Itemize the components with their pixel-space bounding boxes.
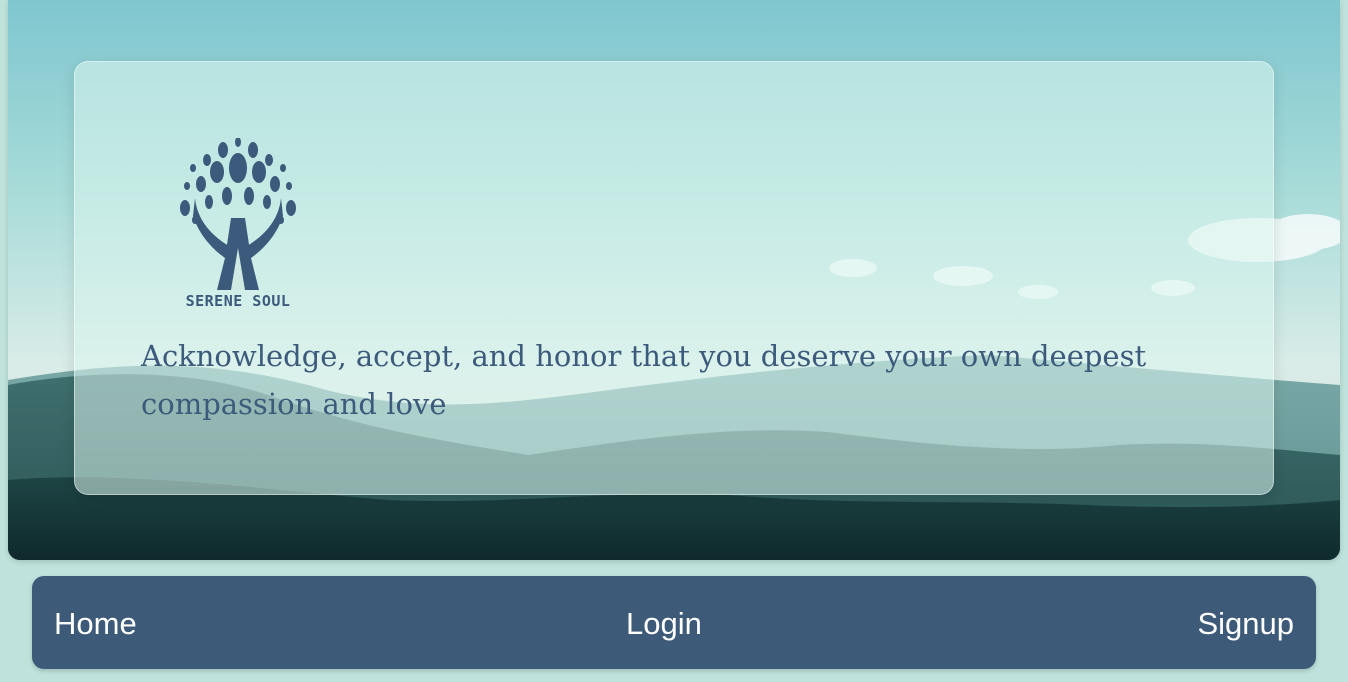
brand-name: SERENE SOUL: [185, 292, 291, 310]
hero-glass-card: SERENE SOUL Acknowledge, accept, and hon…: [74, 61, 1274, 495]
nav-home-link[interactable]: Home: [54, 606, 137, 642]
tree-hands-icon: [180, 138, 296, 290]
hero-banner: SERENE SOUL Acknowledge, accept, and hon…: [8, 0, 1340, 560]
nav-signup-link[interactable]: Signup: [1197, 606, 1294, 642]
nav-login-link[interactable]: Login: [626, 606, 702, 642]
bottom-navigation-bar: Home Login Signup: [32, 576, 1316, 669]
hero-quote: Acknowledge, accept, and honor that you …: [141, 339, 1147, 421]
brand-logo[interactable]: SERENE SOUL: [173, 138, 303, 314]
